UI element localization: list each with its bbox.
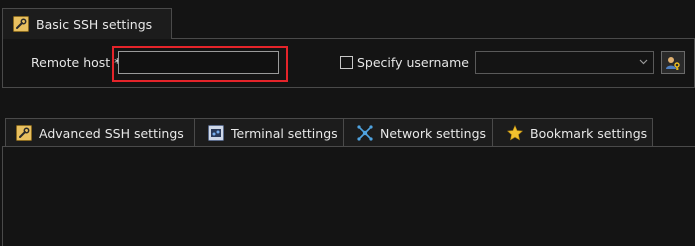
tab-label: Advanced SSH settings bbox=[39, 125, 184, 141]
select-user-button[interactable] bbox=[661, 51, 685, 74]
user-key-icon bbox=[666, 56, 680, 70]
remote-host-label: Remote host * bbox=[31, 55, 121, 70]
settings-content-panel bbox=[2, 146, 695, 246]
remote-host-input[interactable] bbox=[118, 51, 279, 74]
tab-advanced-ssh-settings[interactable]: Advanced SSH settings bbox=[5, 118, 195, 147]
tab-terminal-settings[interactable]: Terminal settings bbox=[194, 118, 344, 147]
tab-connector bbox=[3, 38, 171, 39]
tab-network-settings[interactable]: Network settings bbox=[343, 118, 493, 147]
specify-username-checkbox[interactable] bbox=[340, 56, 353, 69]
wrench-icon bbox=[16, 125, 32, 141]
terminal-icon bbox=[208, 125, 224, 141]
tab-bookmark-settings[interactable]: Bookmark settings bbox=[492, 118, 653, 147]
tab-label: Terminal settings bbox=[231, 125, 338, 141]
tab-label: Basic SSH settings bbox=[36, 16, 153, 32]
star-icon bbox=[507, 125, 523, 141]
tab-basic-ssh-settings[interactable]: Basic SSH settings bbox=[2, 8, 172, 39]
tab-label: Network settings bbox=[380, 125, 487, 141]
chevron-down-icon bbox=[639, 59, 648, 65]
wrench-icon bbox=[13, 16, 29, 32]
specify-username-label[interactable]: Specify username bbox=[357, 55, 469, 70]
username-combobox[interactable] bbox=[475, 51, 654, 74]
tab-label: Bookmark settings bbox=[530, 125, 648, 141]
network-icon bbox=[357, 125, 373, 141]
